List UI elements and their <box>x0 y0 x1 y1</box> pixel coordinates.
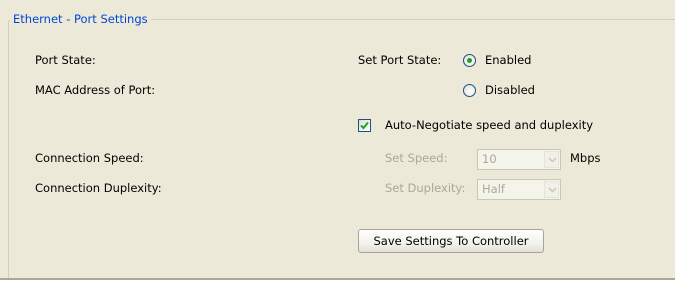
set-port-state-label: Set Port State: <box>358 53 442 67</box>
radio-enabled-label[interactable]: Enabled <box>485 53 531 68</box>
duplexity-select-value: Half <box>482 182 505 196</box>
auto-negotiate-checkbox-box[interactable] <box>358 119 371 132</box>
window-area-below-panel <box>0 280 675 286</box>
speed-dropdown-button[interactable] <box>544 151 559 168</box>
set-duplexity-label: Set Duplexity: <box>385 181 466 195</box>
speed-unit-label: Mbps <box>570 151 601 165</box>
duplexity-dropdown-button[interactable] <box>544 181 559 198</box>
radio-selected-dot <box>467 58 472 63</box>
set-speed-label: Set Speed: <box>385 151 448 165</box>
port-state-label: Port State: <box>35 53 96 67</box>
settings-panel: Ethernet - Port Settings Port State: MAC… <box>0 0 675 286</box>
auto-negotiate-label[interactable]: Auto-Negotiate speed and duplexity <box>385 118 593 133</box>
radio-disabled-indicator[interactable] <box>463 84 476 97</box>
port-settings-groupbox <box>8 19 675 279</box>
save-settings-button[interactable]: Save Settings To Controller <box>358 229 544 253</box>
duplexity-select[interactable]: Half <box>477 179 561 200</box>
groupbox-title: Ethernet - Port Settings <box>10 12 151 27</box>
connection-duplexity-label: Connection Duplexity: <box>35 181 162 195</box>
connection-speed-label: Connection Speed: <box>35 151 144 165</box>
checkmark-icon <box>360 121 369 130</box>
radio-enabled-indicator[interactable] <box>463 54 476 67</box>
chevron-down-icon <box>548 187 557 193</box>
chevron-down-icon <box>548 157 557 163</box>
mac-address-label: MAC Address of Port: <box>35 83 156 97</box>
speed-select[interactable]: 10 <box>477 149 561 170</box>
speed-select-value: 10 <box>482 152 497 166</box>
radio-disabled-label[interactable]: Disabled <box>485 83 535 98</box>
